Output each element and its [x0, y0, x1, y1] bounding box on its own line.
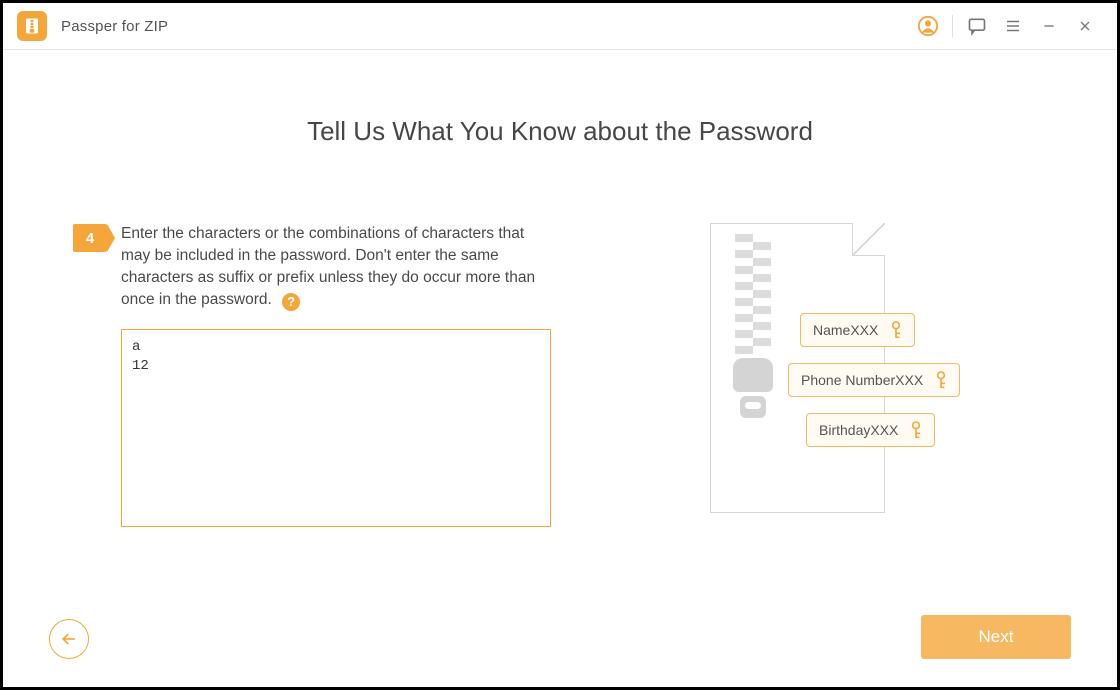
hint-tag-label: BirthdayXXX: [819, 422, 898, 438]
hint-tag: Phone NumberXXX: [788, 363, 960, 397]
close-button[interactable]: [1067, 10, 1103, 42]
hint-tag-label: NameXXX: [813, 322, 878, 338]
hint-tag: BirthdayXXX: [806, 413, 935, 447]
menu-icon[interactable]: [995, 10, 1031, 42]
key-icon: [933, 370, 949, 390]
characters-input[interactable]: [121, 329, 551, 527]
titlebar-separator: [952, 15, 953, 37]
titlebar: Passper for ZIP: [3, 3, 1117, 50]
page-title: Tell Us What You Know about the Password: [73, 116, 1047, 147]
hint-tag-label: Phone NumberXXX: [801, 372, 923, 388]
next-button[interactable]: Next: [921, 615, 1071, 659]
account-icon[interactable]: [910, 10, 946, 42]
zip-illustration: NameXXX Phone NumberXXX BirthdayXXX: [710, 223, 970, 513]
back-button[interactable]: [49, 619, 89, 659]
key-icon: [888, 320, 904, 340]
instruction-body: Enter the characters or the combinations…: [121, 225, 535, 308]
key-icon: [908, 420, 924, 440]
step-badge: 4: [73, 224, 107, 252]
minimize-button[interactable]: [1031, 10, 1067, 42]
app-icon: [17, 11, 47, 41]
feedback-icon[interactable]: [959, 10, 995, 42]
app-title: Passper for ZIP: [61, 18, 168, 35]
help-icon[interactable]: ?: [282, 293, 300, 311]
hint-tag: NameXXX: [800, 313, 915, 347]
instruction-text: Enter the characters or the combinations…: [121, 223, 551, 311]
